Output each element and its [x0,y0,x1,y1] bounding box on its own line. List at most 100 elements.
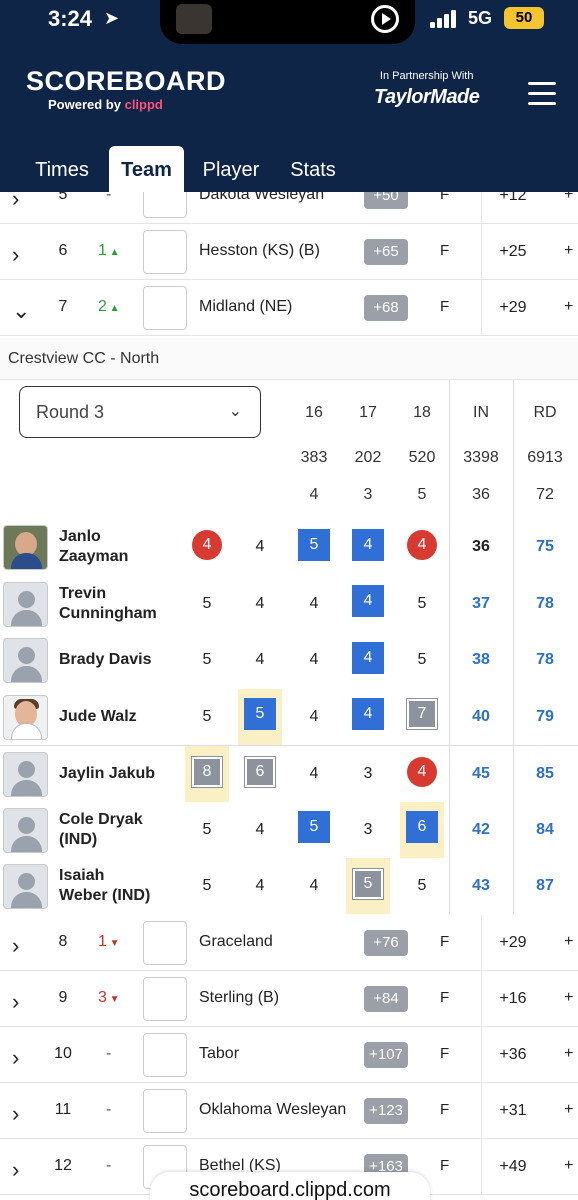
player-name[interactable]: Jaylin Jakub [59,764,183,784]
hole-score: 6 [400,801,444,858]
browser-url-bar[interactable]: scoreboard.clippd.com [150,1172,430,1200]
double-bogey-marker: 8 [191,755,223,788]
location-arrow-icon: ➤ [104,8,120,28]
player-name[interactable]: Brady Davis [59,650,183,670]
team-row[interactable]: › 11 - Oklahoma Wesleyan +123 F +31 + [0,1083,578,1139]
team-name[interactable]: Sterling (B) [199,989,279,1007]
player-name[interactable]: Isaiah Weber (IND) [59,866,183,906]
hole-number: 18 [413,404,431,421]
logo-title: SCOREBOARD [26,66,227,96]
player-name-line1: Isaiah [59,867,105,884]
team-to-par: +16 [481,971,544,1027]
team-row[interactable]: ⌄ 7 2 ▲ Midland (NE) +68 F +29 + [0,280,578,336]
tab-player[interactable]: Player [192,146,270,192]
hole-score: 4 [346,632,390,688]
team-thru: F [440,989,450,1006]
team-crest-icon [143,1089,187,1133]
round-total: 85 [536,765,554,782]
scoreboard-logo[interactable]: SCOREBOARD Powered by clippd [26,66,226,112]
round-total: 78 [536,594,554,612]
rd-header: RD [533,404,557,421]
in-header: IN [473,404,489,421]
player-row[interactable]: Janlo Zaayman 4 4 5 4 4 36 75 [0,519,578,575]
team-to-par: +36 [481,1027,544,1083]
powered-by-text: Powered by [48,97,121,112]
tab-team[interactable]: Team [109,146,184,192]
in-total: 45 [472,765,490,782]
team-name[interactable]: Hesston (KS) (B) [199,242,320,260]
hole-score: 5 [292,802,336,858]
player-avatar [3,807,48,853]
player-name[interactable]: Cole Dryak (IND) [59,810,183,850]
hole-score: 4 [238,576,282,632]
bogey-marker: 4 [352,698,384,731]
team-name[interactable]: Midland (NE) [199,298,292,316]
team-total-badge: +107 [364,1042,408,1068]
player-name-line2: (IND) [59,830,98,848]
team-name[interactable]: Tabor [199,1045,239,1063]
bogey-marker: 4 [352,585,384,618]
tab-stats[interactable]: Stats [278,146,348,192]
in-total: 38 [472,651,490,668]
round-total: 87 [536,877,554,894]
hole-number: 17 [359,404,377,421]
chevron-right-icon[interactable]: › [12,242,19,268]
team-row[interactable]: › 9 3 ▼ Sterling (B) +84 F +16 + [0,971,578,1027]
player-name[interactable]: Janlo Zaayman [59,527,183,567]
chevron-right-icon[interactable]: › [12,1101,19,1127]
chevron-right-icon[interactable]: › [12,1045,19,1071]
clippd-brand: clippd [124,97,163,112]
team-rank: 9 [58,989,68,1006]
hole-score: 4 [400,519,444,575]
hole-score: 4 [292,746,336,802]
rank-movement-value: 1 [98,242,107,259]
player-name[interactable]: Jude Walz [59,707,183,727]
tab-times[interactable]: Times [22,146,102,192]
player-avatar [3,864,48,909]
team-row[interactable]: › 10 - Tabor +107 F +36 + [0,1027,578,1083]
par-score: 5 [202,707,212,725]
hole-score: 4 [238,519,282,575]
partner-logo: In Partnership With TaylorMade [374,70,480,109]
player-row[interactable]: Brady Davis 5 4 4 4 5 38 78 [0,632,578,688]
rank-movement: - [106,1045,111,1063]
app-header: 3:24 ➤ 5G 50 SCOREBOARD Powered by clipp… [0,0,578,192]
player-row[interactable]: Isaiah Weber (IND) 5 4 4 5 5 43 87 [0,858,578,914]
team-row[interactable]: › 6 1 ▲ Hesston (KS) (B) +65 F +25 + [0,224,578,280]
par-score: 4 [309,594,319,612]
chevron-down-icon[interactable]: ⌄ [12,298,30,324]
par-score: 5 [202,594,212,612]
hamburger-menu-icon[interactable] [528,82,556,106]
hole-yardage: 383 [300,449,328,466]
bogey-marker: 5 [298,528,330,561]
chevron-down-icon: ⌄ [228,403,242,420]
bogey-marker: 4 [352,641,384,674]
team-rank: 10 [54,1045,72,1062]
team-name[interactable]: Oklahoma Wesleyan [199,1101,346,1119]
player-row[interactable]: Trevin Cunningham 5 4 4 4 5 37 78 [0,576,578,632]
team-name[interactable]: Graceland [199,933,273,951]
hole-score: 4 [238,632,282,688]
player-avatar [3,694,48,740]
rank-movement: 1 ▲ [98,242,120,260]
team-to-par: +29 [481,915,544,971]
team-crest-icon [143,1033,187,1077]
hole-score: 4 [346,519,390,575]
team-today: + [564,1157,574,1174]
hole-number: 16 [305,404,323,421]
player-row[interactable]: Jaylin Jakub 8 6 4 3 4 45 85 [0,745,578,802]
team-row[interactable]: › 8 1 ▼ Graceland +76 F +29 + [0,915,578,971]
round-dropdown[interactable]: Round 3 ⌄ [19,386,261,438]
team-total-badge: +76 [364,930,408,956]
player-row[interactable]: Cole Dryak (IND) 5 4 5 3 6 42 84 [0,801,578,858]
player-name[interactable]: Trevin Cunningham [59,584,183,624]
hole-score: 5 [346,858,390,914]
scorecard: Round 3 ⌄ 16 17 18 IN RD 383 202 520 339… [0,380,578,915]
chevron-right-icon[interactable]: › [12,1157,19,1183]
player-row[interactable]: Jude Walz 5 5 4 4 7 40 79 [0,688,578,745]
chevron-right-icon[interactable]: › [12,933,19,959]
team-total-badge: +123 [364,1098,408,1124]
chevron-right-icon[interactable]: › [12,989,19,1015]
team-crest-icon [143,977,187,1021]
player-name-line1: Trevin [59,584,107,602]
